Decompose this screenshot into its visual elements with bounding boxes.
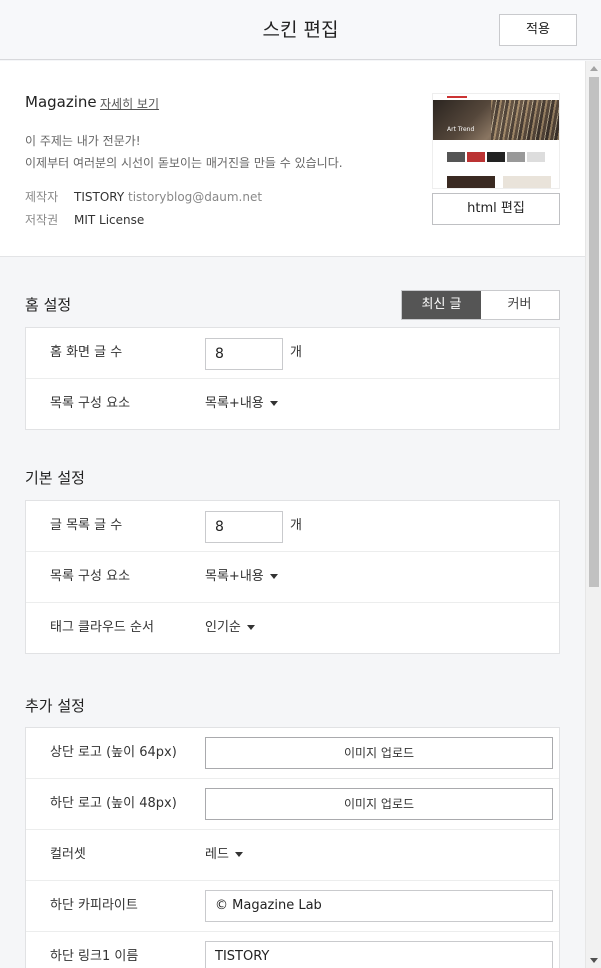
basic-list-select[interactable]: 목록+내용 bbox=[205, 552, 278, 602]
thumbnail-cell bbox=[467, 152, 485, 162]
bottom-logo-label: 하단 로고 (높이 48px) bbox=[50, 796, 177, 811]
license-key: 저작권 bbox=[25, 213, 59, 227]
desc-line-2: 이제부터 여러분의 시선이 돋보이는 매거진을 만들 수 있습니다. bbox=[25, 156, 343, 170]
link1-row: 하단 링크1 이름 TISTORY bbox=[26, 932, 559, 968]
extra-settings-box: 상단 로고 (높이 64px) 이미지 업로드 하단 로고 (높이 48px) … bbox=[25, 727, 560, 968]
basic-list-label: 목록 구성 요소 bbox=[50, 569, 131, 584]
bottom-logo-row: 하단 로고 (높이 48px) 이미지 업로드 bbox=[26, 779, 559, 830]
scroll-down-arrow-icon[interactable] bbox=[590, 958, 598, 963]
detail-link[interactable]: 자세히 보기 bbox=[100, 95, 159, 112]
tag-order-select[interactable]: 인기순 bbox=[205, 603, 255, 653]
header-bar: 스킨 편집 적용 bbox=[0, 0, 601, 60]
colorset-row: 컬러셋 레드 bbox=[26, 830, 559, 881]
home-posts-unit: 개 bbox=[290, 345, 302, 360]
maker-key: 제작자 bbox=[25, 190, 59, 204]
skin-name: Magazine bbox=[25, 93, 97, 111]
basic-posts-input[interactable]: 8 bbox=[205, 511, 283, 543]
colorset-select[interactable]: 레드 bbox=[205, 830, 243, 880]
basic-list-value: 목록+내용 bbox=[205, 569, 264, 584]
skin-info-panel: Magazine 자세히 보기 이 주제는 내가 전문가! 이제부터 여러분의 … bbox=[0, 61, 585, 257]
vertical-scrollbar[interactable] bbox=[585, 61, 601, 968]
thumbnail-cell bbox=[487, 152, 505, 162]
scroll-up-arrow-icon[interactable] bbox=[590, 66, 598, 71]
chevron-down-icon bbox=[246, 625, 255, 630]
basic-posts-label: 글 목록 글 수 bbox=[50, 518, 123, 533]
basic-posts-row: 글 목록 글 수 8 개 bbox=[26, 501, 559, 552]
home-settings-title: 홈 설정 bbox=[25, 296, 72, 314]
license-row: 저작권 MIT License bbox=[25, 211, 144, 228]
chevron-down-icon bbox=[234, 852, 243, 857]
thumbnail-banner: Art Trend bbox=[433, 100, 559, 140]
home-list-value: 목록+내용 bbox=[205, 396, 264, 411]
license-value: MIT License bbox=[74, 213, 145, 227]
apply-button[interactable]: 적용 bbox=[499, 14, 577, 46]
colorset-label: 컬러셋 bbox=[50, 847, 86, 862]
basic-settings-box: 글 목록 글 수 8 개 목록 구성 요소 목록+내용 태그 클라우드 순서 인… bbox=[25, 500, 560, 654]
thumbnail-topbar bbox=[447, 96, 467, 98]
tag-order-row: 태그 클라우드 순서 인기순 bbox=[26, 603, 559, 654]
home-mode-toggle: 최신 글 커버 bbox=[401, 290, 560, 320]
basic-list-row: 목록 구성 요소 목록+내용 bbox=[26, 552, 559, 603]
thumbnail-cell bbox=[503, 176, 551, 188]
top-logo-row: 상단 로고 (높이 64px) 이미지 업로드 bbox=[26, 728, 559, 779]
tag-order-label: 태그 클라우드 순서 bbox=[50, 620, 154, 635]
top-logo-label: 상단 로고 (높이 64px) bbox=[50, 745, 177, 760]
toggle-latest-posts[interactable]: 최신 글 bbox=[402, 291, 481, 319]
home-list-label: 목록 구성 요소 bbox=[50, 396, 131, 411]
basic-settings-title: 기본 설정 bbox=[25, 469, 85, 487]
maker-row: 제작자 TISTORY tistoryblog@daum.net bbox=[25, 188, 262, 205]
skin-thumbnail: Art Trend bbox=[432, 93, 560, 189]
home-settings-box: 홈 화면 글 수 8 개 목록 구성 요소 목록+내용 bbox=[25, 327, 560, 430]
home-posts-label: 홈 화면 글 수 bbox=[50, 345, 123, 360]
thumbnail-cell bbox=[507, 152, 525, 162]
settings-scroll-area[interactable]: Magazine 자세히 보기 이 주제는 내가 전문가! 이제부터 여러분의 … bbox=[0, 61, 585, 968]
thumbnail-cell bbox=[447, 152, 465, 162]
maker-email: tistoryblog@daum.net bbox=[128, 190, 263, 204]
home-posts-row: 홈 화면 글 수 8 개 bbox=[26, 328, 559, 379]
basic-posts-unit: 개 bbox=[290, 518, 302, 533]
extra-settings-title: 추가 설정 bbox=[25, 697, 85, 715]
link1-label: 하단 링크1 이름 bbox=[50, 949, 139, 964]
link1-input[interactable]: TISTORY bbox=[205, 941, 553, 968]
chevron-down-icon bbox=[269, 401, 278, 406]
copyright-row: 하단 카피라이트 © Magazine Lab bbox=[26, 881, 559, 932]
copyright-input[interactable]: © Magazine Lab bbox=[205, 890, 553, 922]
desc-line-1: 이 주제는 내가 전문가! bbox=[25, 134, 141, 148]
thumbnail-cell bbox=[527, 152, 545, 162]
top-logo-upload-button[interactable]: 이미지 업로드 bbox=[205, 737, 553, 769]
maker-value: TISTORY bbox=[74, 190, 125, 204]
colorset-value: 레드 bbox=[205, 847, 229, 862]
thumbnail-cell bbox=[447, 176, 495, 188]
bottom-logo-upload-button[interactable]: 이미지 업로드 bbox=[205, 788, 553, 820]
tag-order-value: 인기순 bbox=[205, 620, 241, 635]
toggle-cover[interactable]: 커버 bbox=[480, 291, 559, 319]
thumbnail-caption: Art Trend bbox=[447, 126, 475, 133]
home-list-row: 목록 구성 요소 목록+내용 bbox=[26, 379, 559, 430]
copyright-label: 하단 카피라이트 bbox=[50, 898, 138, 913]
home-list-select[interactable]: 목록+내용 bbox=[205, 379, 278, 429]
chevron-down-icon bbox=[269, 574, 278, 579]
scrollbar-thumb[interactable] bbox=[589, 77, 599, 587]
skin-description: 이 주제는 내가 전문가! 이제부터 여러분의 시선이 돋보이는 매거진을 만들… bbox=[25, 130, 343, 174]
thumbnail-bookshelf bbox=[491, 100, 559, 140]
home-posts-input[interactable]: 8 bbox=[205, 338, 283, 370]
html-edit-button[interactable]: html 편집 bbox=[432, 193, 560, 225]
